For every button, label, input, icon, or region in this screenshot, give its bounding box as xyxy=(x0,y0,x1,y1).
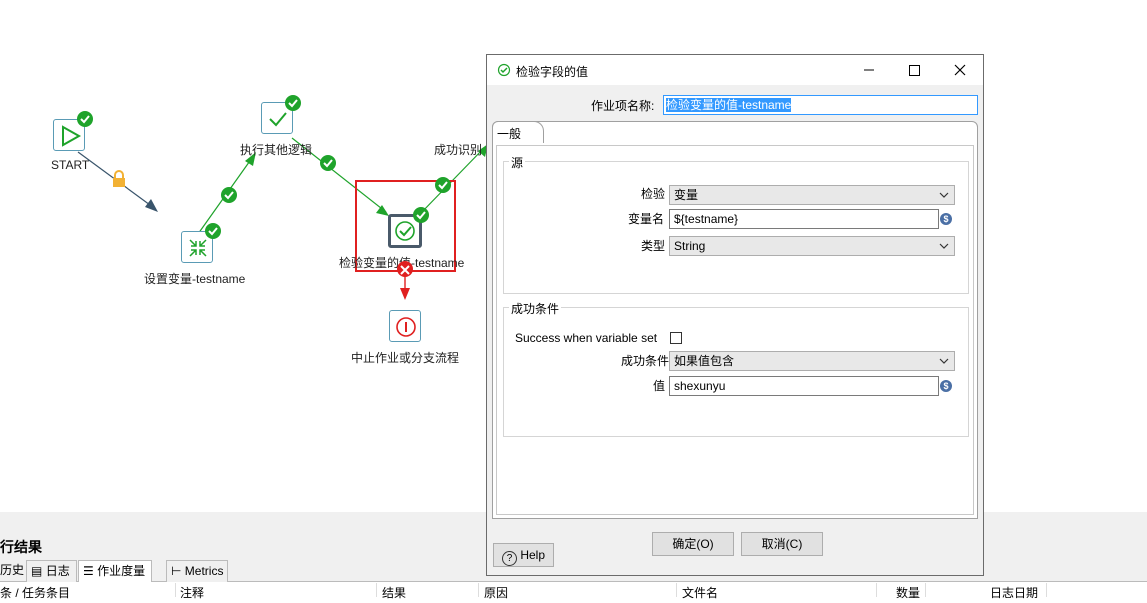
other-logic-label: 执行其他逻辑 xyxy=(240,143,313,157)
tab-log[interactable]: ▤ 日志 xyxy=(26,560,77,583)
minimize-icon xyxy=(864,69,874,71)
success-when-set-label: Success when variable set xyxy=(515,331,658,345)
success-group xyxy=(503,307,969,437)
hop-success-icon xyxy=(435,177,451,193)
type-label: 类型 xyxy=(641,239,666,253)
maximize-icon xyxy=(909,65,920,76)
close-button[interactable] xyxy=(946,59,974,81)
variable-icon[interactable]: $ xyxy=(940,213,952,225)
dialog-titlebar[interactable]: 检验字段的值 xyxy=(487,55,983,85)
abort-node-label: 中止作业或分支流程 xyxy=(351,351,460,365)
abort-node[interactable] xyxy=(389,310,421,342)
success-badge-icon xyxy=(285,95,301,111)
abort-circle-icon xyxy=(396,317,416,337)
dialog-title: 检验字段的值 xyxy=(516,65,589,79)
help-button[interactable]: ? Help xyxy=(493,543,554,567)
tab-job-metrics[interactable]: ☰ 作业度量 xyxy=(78,560,153,582)
chart-icon: ⊢ xyxy=(171,564,182,578)
success-node-label: 成功识别 xyxy=(434,143,483,157)
hop-success-icon xyxy=(320,155,336,171)
check-circle-icon xyxy=(497,63,511,77)
close-icon xyxy=(954,64,966,76)
type-select[interactable]: String xyxy=(669,236,955,256)
results-table xyxy=(0,582,1147,595)
tab-metrics[interactable]: ⊢ Metrics xyxy=(166,560,229,583)
success-badge-icon xyxy=(413,207,429,223)
variable-icon[interactable]: $ xyxy=(940,380,952,392)
hop-failure-icon xyxy=(397,261,413,277)
success-when-set-checkbox[interactable] xyxy=(670,332,682,344)
success-group-title: 成功条件 xyxy=(509,300,562,317)
varname-input[interactable]: ${testname} xyxy=(669,209,939,229)
value-label: 值 xyxy=(653,379,666,393)
set-variable-label: 设置变量-testname xyxy=(144,272,246,286)
check-select[interactable]: 变量 xyxy=(669,185,955,205)
job-name-input[interactable]: 检验变量的值-testname xyxy=(663,95,978,115)
maximize-button[interactable] xyxy=(900,59,928,81)
lock-icon xyxy=(113,170,125,187)
success-cond-select[interactable]: 如果值包含 xyxy=(669,351,955,371)
success-cond-label: 成功条件 xyxy=(621,354,670,368)
chevron-down-icon xyxy=(939,358,949,364)
list-icon: ☰ xyxy=(83,564,94,578)
results-title: 行结果 xyxy=(0,539,42,555)
ok-button[interactable]: 确定(O) xyxy=(652,532,734,556)
tab-general[interactable]: 一般 xyxy=(492,121,544,143)
tab-history[interactable]: 历史 xyxy=(0,560,24,581)
source-group-title: 源 xyxy=(509,154,526,171)
chevron-down-icon xyxy=(939,192,949,198)
chevron-down-icon xyxy=(939,243,949,249)
varname-label: 变量名 xyxy=(628,212,665,226)
check-field-dialog: 检验字段的值 作业项名称: 检验变量的值-testname 一般 源 检验 变量… xyxy=(486,54,984,576)
check-label: 检验 xyxy=(641,187,666,201)
value-input[interactable]: shexunyu xyxy=(669,376,939,396)
success-badge-icon xyxy=(77,111,93,127)
minimize-button[interactable] xyxy=(855,59,883,81)
log-icon: ▤ xyxy=(31,564,43,578)
cancel-button[interactable]: 取消(C) xyxy=(741,532,823,556)
start-node-label: START xyxy=(51,158,90,172)
hop-success-icon xyxy=(221,187,237,203)
help-icon: ? xyxy=(501,551,517,566)
success-badge-icon xyxy=(205,223,221,239)
job-name-label: 作业项名称: xyxy=(591,99,655,113)
